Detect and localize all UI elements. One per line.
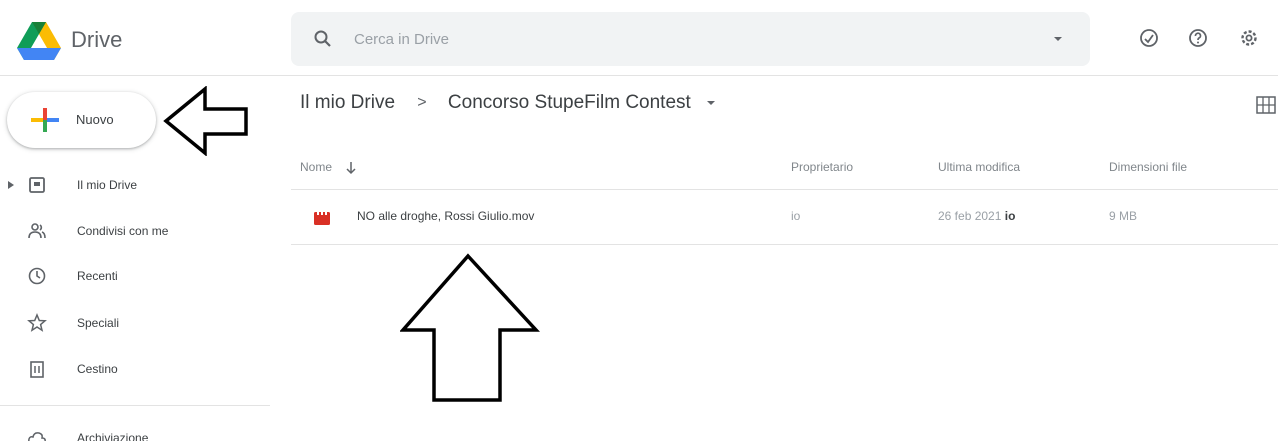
expand-caret-icon[interactable]	[7, 180, 15, 190]
sidebar-item-shared[interactable]: Condivisi con me	[0, 211, 270, 253]
breadcrumb: Il mio Drive > Concorso StupeFilm Contes…	[300, 92, 717, 122]
plus-icon	[31, 108, 59, 132]
video-file-icon	[314, 212, 330, 225]
search-options-icon[interactable]	[1051, 32, 1065, 46]
help-icon[interactable]	[1187, 27, 1209, 49]
column-header-owner[interactable]: Proprietario	[791, 160, 853, 174]
sidebar-item-label: Il mio Drive	[77, 178, 138, 192]
file-modified-date: 26 feb 2021	[938, 209, 1002, 223]
file-size: 9 MB	[1109, 209, 1138, 223]
breadcrumb-root[interactable]: Il mio Drive	[300, 92, 395, 114]
file-owner: io	[791, 209, 801, 223]
sort-arrow-down-icon[interactable]	[345, 161, 357, 175]
file-list-header: Nome Proprietario Ultima modifica Dimens…	[291, 146, 1278, 190]
app-name[interactable]: Drive	[71, 27, 122, 53]
breadcrumb-current[interactable]: Concorso StupeFilm Contest	[448, 92, 691, 114]
drive-logo-icon[interactable]	[17, 22, 61, 60]
star-icon	[27, 313, 47, 332]
sidebar-item-label: Cestino	[77, 362, 118, 376]
file-name[interactable]: NO alle droghe, Rossi Giulio.mov	[357, 209, 534, 223]
sidebar-item-recent[interactable]: Recenti	[0, 256, 270, 298]
sidebar-item-label: Speciali	[77, 316, 120, 330]
up-pointing-arrow-annotation	[400, 253, 540, 402]
sidebar-item-storage[interactable]: Archiviazione	[0, 418, 270, 441]
search-icon[interactable]	[313, 29, 333, 49]
file-row[interactable]: NO alle droghe, Rossi Giulio.mov io 26 f…	[291, 190, 1278, 245]
offline-status-icon[interactable]	[1138, 27, 1160, 49]
breadcrumb-separator: >	[417, 94, 427, 111]
search-bar[interactable]	[291, 12, 1090, 66]
sidebar-item-starred[interactable]: Speciali	[0, 303, 270, 345]
left-pointing-arrow-annotation	[163, 86, 248, 156]
sidebar-item-label: Recenti	[77, 269, 118, 283]
search-input[interactable]	[354, 27, 994, 51]
shared-icon	[28, 223, 46, 239]
clock-icon	[28, 267, 46, 285]
chevron-down-icon[interactable]	[705, 97, 717, 109]
sidebar-divider	[0, 405, 270, 406]
cloud-icon	[28, 432, 46, 441]
settings-icon[interactable]	[1238, 27, 1260, 49]
my-drive-icon	[29, 177, 45, 193]
file-modified: 26 feb 2021 io	[938, 209, 1015, 223]
sidebar-item-trash[interactable]: Cestino	[0, 349, 270, 391]
column-header-modified[interactable]: Ultima modifica	[938, 160, 1020, 174]
sidebar-item-label: Condivisi con me	[77, 224, 169, 238]
trash-icon	[30, 361, 44, 378]
grid-view-icon[interactable]	[1256, 96, 1276, 114]
app-header: Drive	[0, 0, 1278, 76]
new-button-label: Nuovo	[76, 112, 114, 127]
sidebar-item-my-drive[interactable]: Il mio Drive	[0, 165, 270, 207]
column-header-name[interactable]: Nome	[300, 160, 332, 174]
new-button[interactable]: Nuovo	[7, 92, 156, 148]
file-modified-by: io	[1004, 209, 1016, 223]
column-header-size[interactable]: Dimensioni file	[1109, 160, 1187, 174]
sidebar-item-label: Archiviazione	[77, 431, 149, 441]
